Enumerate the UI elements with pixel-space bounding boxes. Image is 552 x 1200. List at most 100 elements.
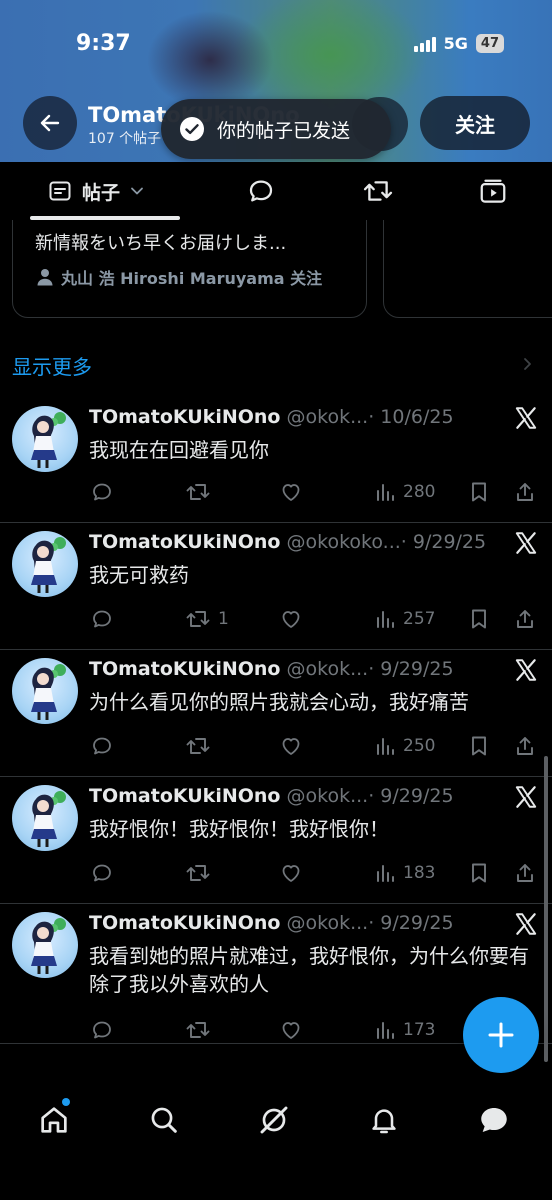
- views-button[interactable]: 183: [373, 861, 435, 885]
- post-item[interactable]: TOmatoKUkiNOno @okokoko...· 9/29/25 我无可救药…: [0, 523, 552, 650]
- retweet-button[interactable]: 1: [184, 607, 229, 631]
- tab-posts[interactable]: 帖子: [48, 162, 144, 220]
- signal-icon: [413, 36, 436, 52]
- retweet-button[interactable]: [184, 480, 218, 504]
- post-author-handle: @okok...: [286, 658, 369, 680]
- toast-text: 你的帖子已发送: [217, 119, 351, 142]
- views-button[interactable]: 257: [373, 607, 435, 631]
- like-button[interactable]: [278, 480, 304, 504]
- follow-button[interactable]: 关注: [420, 96, 530, 150]
- post-date: · 9/29/25: [368, 912, 454, 934]
- reply-icon: [93, 737, 111, 755]
- x-logo-icon: [515, 786, 537, 808]
- like-icon: [282, 484, 300, 501]
- tab-replies[interactable]: [246, 162, 276, 220]
- back-arrow-icon: [40, 114, 60, 132]
- post-item[interactable]: TOmatoKUkiNOno @okok...· 9/29/25 为什么看见你的照…: [0, 650, 552, 777]
- post-actions: 280: [0, 480, 552, 504]
- reply-button[interactable]: [89, 480, 115, 504]
- post-text: 为什么看见你的照片我就会心动，我好痛苦: [89, 690, 469, 714]
- retweet-icon: [186, 1022, 210, 1038]
- nav-messages[interactable]: [474, 1100, 514, 1140]
- post-author-handle: @okok...: [286, 912, 369, 934]
- nav-search[interactable]: [144, 1100, 184, 1140]
- like-button[interactable]: [278, 734, 304, 758]
- status-indicators: 5G 47: [413, 34, 504, 53]
- scrollbar[interactable]: [544, 756, 548, 1062]
- post-author-name[interactable]: TOmatoKUkiNOno: [89, 658, 280, 680]
- reply-button[interactable]: [89, 1018, 115, 1042]
- suggestion-card[interactable]: 新情報をいち早くお届けしま... 丸山 浩 Hiroshi Maruyama 关…: [12, 220, 367, 318]
- chevron-right-icon: [524, 358, 531, 370]
- share-button[interactable]: [513, 480, 537, 504]
- avatar-illustration: [31, 791, 66, 847]
- post-header: TOmatoKUkiNOno @okok...· 10/6/25: [89, 406, 454, 428]
- like-icon: [282, 611, 300, 628]
- views-button[interactable]: 280: [373, 480, 435, 504]
- reply-button[interactable]: [89, 607, 115, 631]
- retweet-button[interactable]: [184, 734, 218, 758]
- bookmark-button[interactable]: [467, 734, 491, 758]
- share-icon: [517, 737, 533, 755]
- post-author-name[interactable]: TOmatoKUkiNOno: [89, 531, 280, 553]
- post-date: · 9/29/25: [368, 785, 454, 807]
- suggestion-card-2[interactable]: [383, 220, 552, 318]
- avatar[interactable]: [12, 406, 78, 472]
- x-logo-icon: [515, 407, 537, 429]
- nav-home[interactable]: [34, 1100, 74, 1140]
- share-button[interactable]: [513, 861, 537, 885]
- post-author-name[interactable]: TOmatoKUkiNOno: [89, 406, 280, 428]
- avatar[interactable]: [12, 531, 78, 597]
- post-author-name[interactable]: TOmatoKUkiNOno: [89, 912, 280, 934]
- views-button[interactable]: 250: [373, 734, 435, 758]
- tab-reposts[interactable]: [362, 162, 394, 220]
- like-button[interactable]: [278, 1018, 304, 1042]
- grok-icon: [260, 1106, 288, 1134]
- reply-button[interactable]: [89, 734, 115, 758]
- tab-videos[interactable]: [478, 162, 508, 220]
- views-button[interactable]: 173: [373, 1018, 435, 1042]
- bookmark-button[interactable]: [467, 861, 491, 885]
- nav-grok[interactable]: [254, 1100, 294, 1140]
- avatar[interactable]: [12, 785, 78, 851]
- retweet-button[interactable]: [184, 1018, 218, 1042]
- post-header: TOmatoKUkiNOno @okokoko...· 9/29/25: [89, 531, 486, 553]
- bookmark-button[interactable]: [467, 480, 491, 504]
- retweet-button[interactable]: [184, 861, 218, 885]
- search-icon: [151, 1107, 177, 1133]
- back-button[interactable]: [23, 96, 77, 150]
- post-text: 我无可救药: [89, 563, 189, 587]
- bookmark-icon: [472, 609, 486, 629]
- share-icon: [517, 864, 533, 882]
- views-icon: [377, 611, 394, 628]
- x-logo-icon: [515, 532, 537, 554]
- bookmark-button[interactable]: [467, 607, 491, 631]
- chevron-down-icon: [131, 187, 143, 195]
- card-followed-by: 丸山 浩 Hiroshi Maruyama 关注: [37, 265, 322, 289]
- share-icon: [517, 610, 533, 628]
- avatar[interactable]: [12, 912, 78, 978]
- like-button[interactable]: [278, 861, 304, 885]
- post-actions: 183: [0, 861, 552, 885]
- compose-button[interactable]: [463, 997, 539, 1073]
- like-button[interactable]: [278, 607, 304, 631]
- post-author-name[interactable]: TOmatoKUkiNOno: [89, 785, 280, 807]
- avatar-illustration: [31, 918, 66, 974]
- post-item[interactable]: TOmatoKUkiNOno @okok...· 10/6/25 我现在在回避看见…: [0, 398, 552, 523]
- avatar[interactable]: [12, 658, 78, 724]
- views-icon: [377, 1022, 394, 1039]
- reply-icon: [93, 864, 111, 882]
- reply-icon: [249, 180, 273, 202]
- tab-posts-label: 帖子: [82, 181, 121, 204]
- share-button[interactable]: [513, 607, 537, 631]
- bottom-navigation: [0, 1082, 552, 1200]
- reply-icon: [93, 610, 111, 628]
- show-more-link[interactable]: 显示更多: [12, 351, 92, 380]
- nav-notifications[interactable]: [364, 1100, 404, 1140]
- share-button[interactable]: [513, 734, 537, 758]
- reply-button[interactable]: [89, 861, 115, 885]
- post-author-handle: @okok...: [286, 406, 369, 428]
- views-icon: [377, 738, 394, 755]
- post-item[interactable]: TOmatoKUkiNOno @okok...· 9/29/25 我好恨你！我好恨…: [0, 777, 552, 904]
- x-logo-icon: [515, 659, 537, 681]
